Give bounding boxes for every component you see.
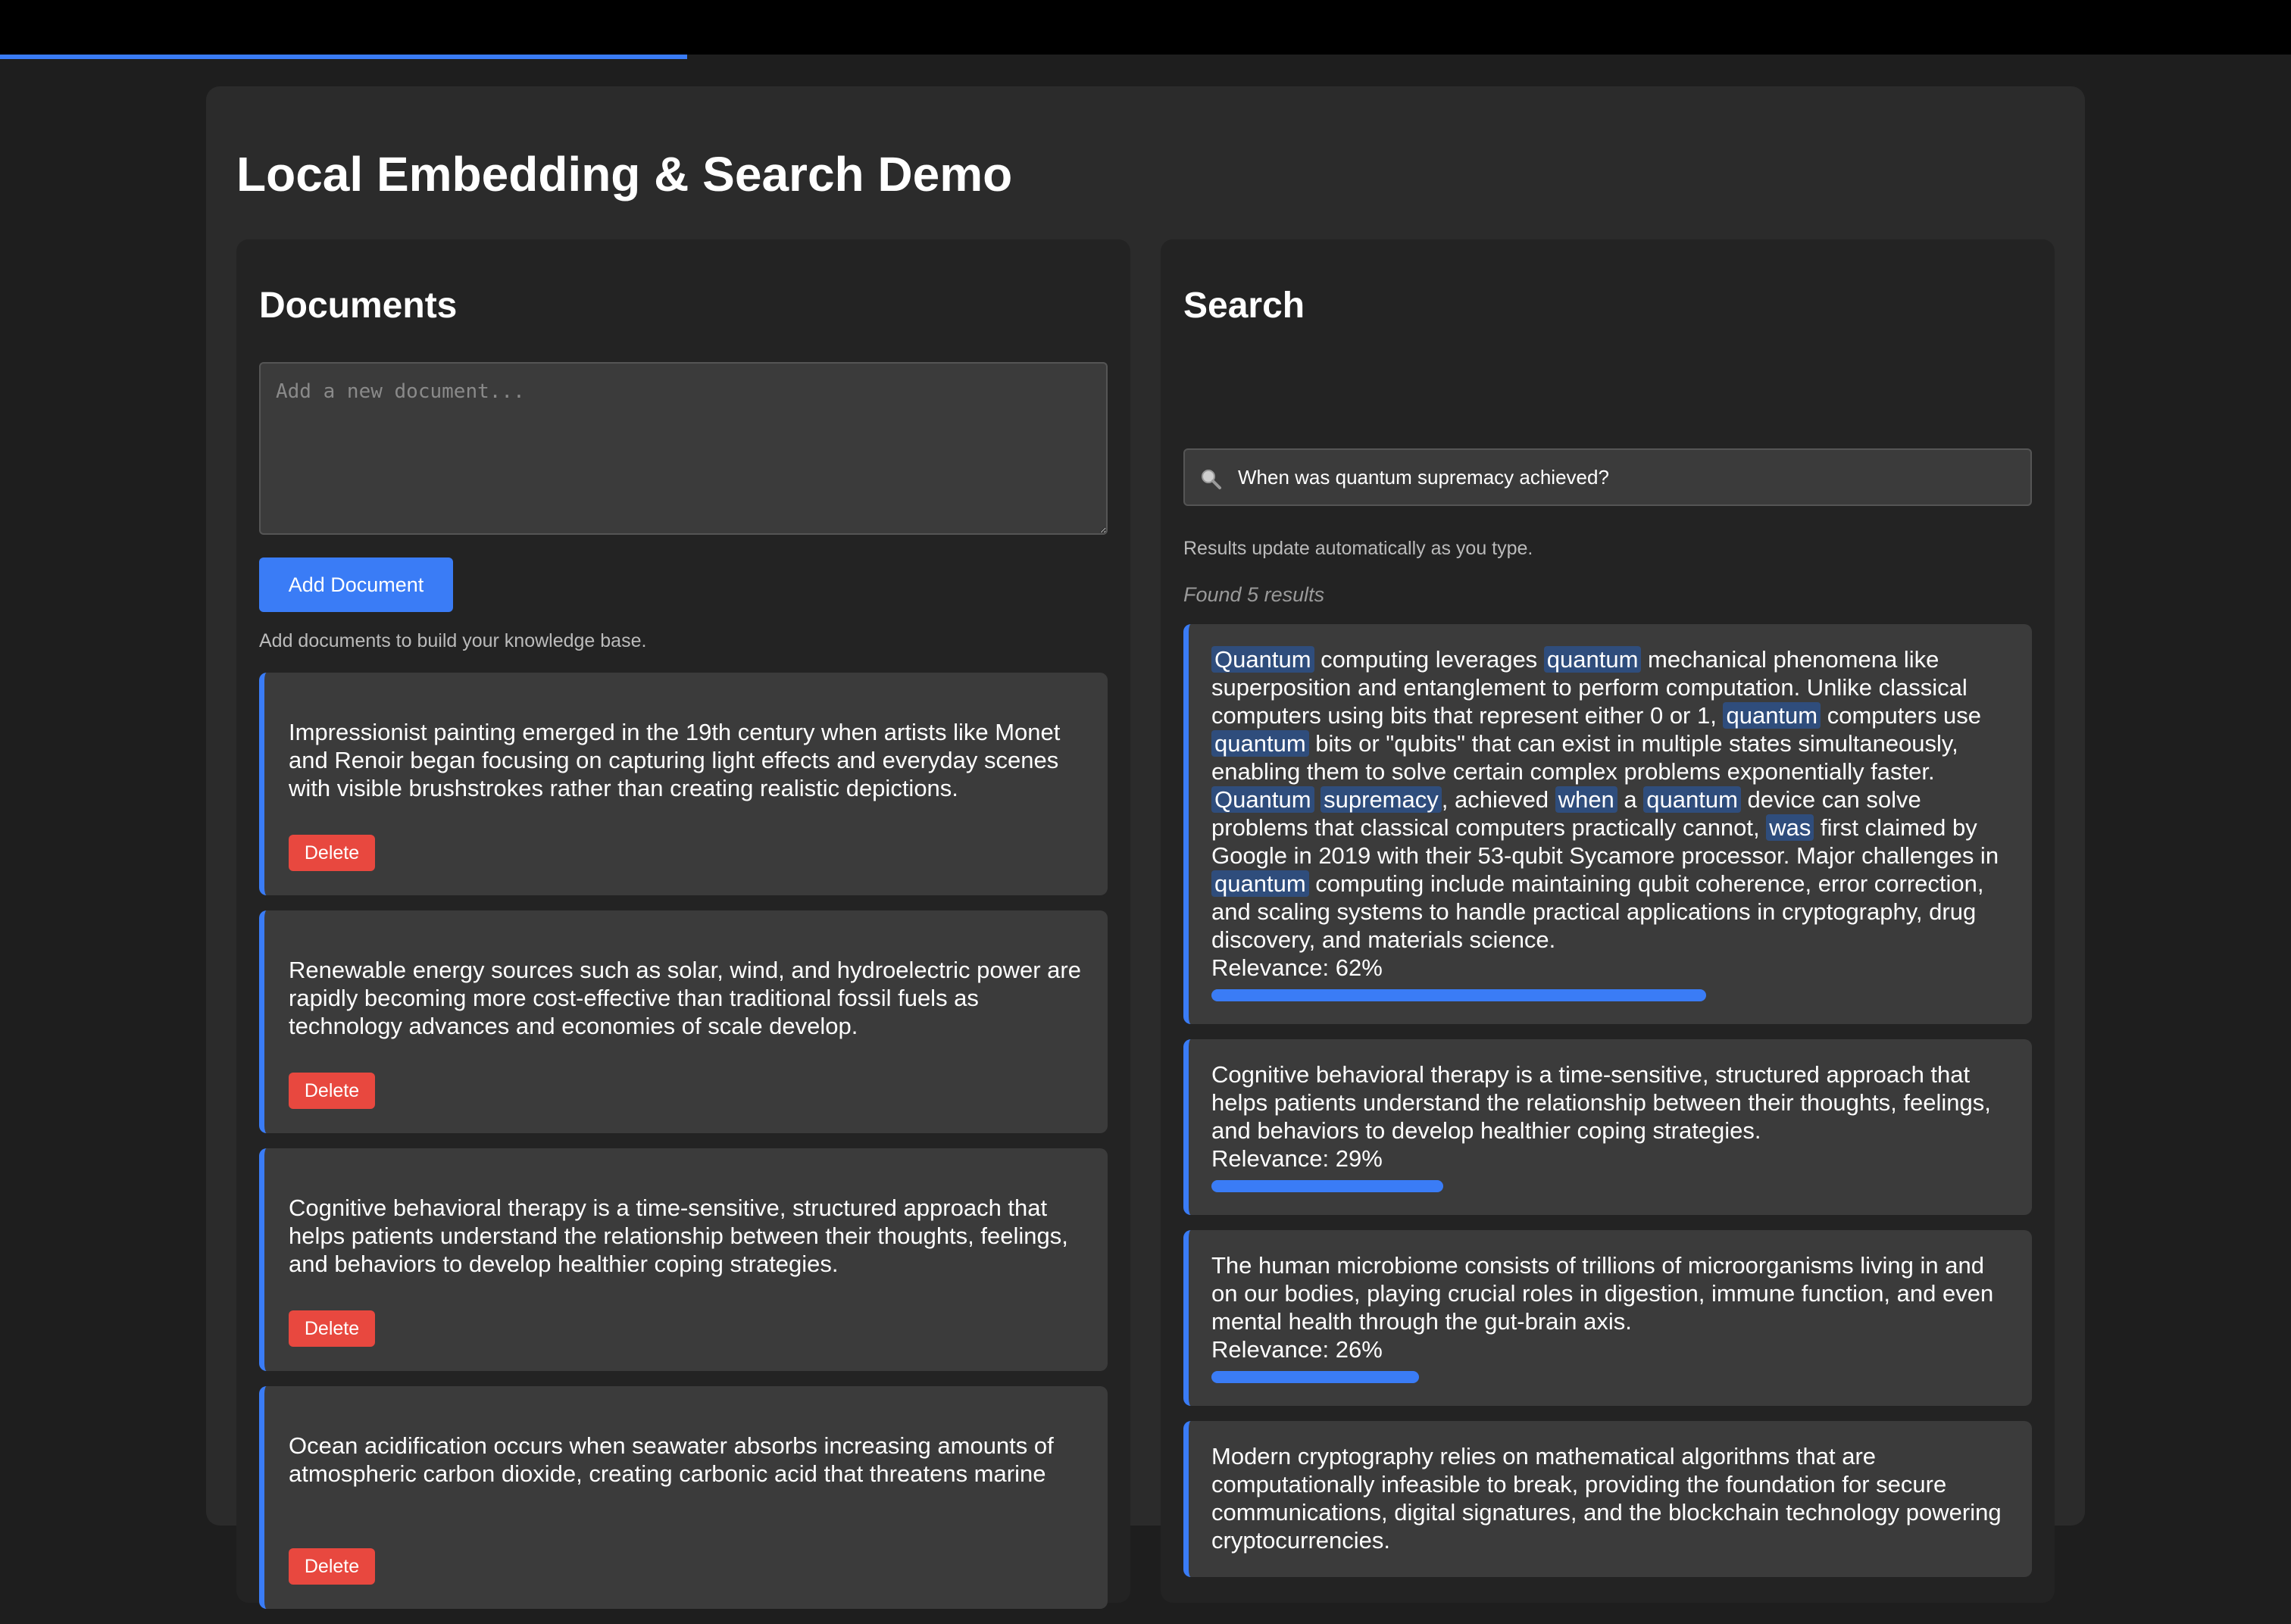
result-text: Quantum computing leverages quantum mech…	[1211, 645, 2009, 954]
document-text: Ocean acidification occurs when seawater…	[289, 1432, 1054, 1487]
relevance-label: Relevance: 62%	[1211, 954, 2009, 982]
result-card: Cognitive behavioral therapy is a time-s…	[1183, 1039, 2032, 1215]
relevance-prefix: Relevance:	[1211, 1336, 1336, 1363]
delete-document-button[interactable]: Delete	[289, 1310, 375, 1347]
relevance-percent-sign: %	[1361, 1145, 1383, 1172]
documents-heading: Documents	[259, 286, 458, 326]
result-text-segment: a	[1617, 786, 1644, 813]
new-document-input[interactable]	[259, 362, 1108, 535]
highlighted-term: quantum	[1643, 786, 1741, 813]
document-card: Impressionist painting emerged in the 19…	[259, 673, 1108, 895]
result-text-segment: , achieved	[1441, 786, 1555, 813]
highlighted-term: quantum	[1211, 730, 1309, 757]
result-text-segment: The human microbiome consists of trillio…	[1211, 1252, 1994, 1335]
relevance-value: 26	[1335, 1336, 1362, 1363]
highlighted-term: Quantum	[1211, 646, 1314, 673]
top-bar	[0, 0, 2291, 55]
document-list: Impressionist painting emerged in the 19…	[259, 673, 1108, 1624]
results-count: Found 5 results	[1183, 583, 1325, 606]
result-card: Modern cryptography relies on mathematic…	[1183, 1421, 2032, 1577]
search-box[interactable]	[1183, 448, 2032, 506]
document-card: Ocean acidification occurs when seawater…	[259, 1386, 1108, 1609]
relevance-label: Relevance: 29%	[1211, 1145, 2009, 1173]
relevance-percent-sign: %	[1361, 954, 1383, 981]
relevance-prefix: Relevance:	[1211, 1145, 1336, 1172]
relevance-value: 62	[1335, 954, 1362, 981]
delete-document-button[interactable]: Delete	[289, 835, 375, 871]
page-title: Local Embedding & Search Demo	[236, 147, 1013, 201]
result-text-segment: Modern cryptography relies on mathematic…	[1211, 1443, 2002, 1554]
document-text: Cognitive behavioral therapy is a time-s…	[289, 1195, 1068, 1277]
documents-hint: Add documents to build your knowledge ba…	[259, 630, 647, 651]
result-text: Cognitive behavioral therapy is a time-s…	[1211, 1060, 2009, 1145]
result-text-segment: bits or "qubits" that can exist in multi…	[1211, 730, 1958, 785]
result-text: The human microbiome consists of trillio…	[1211, 1251, 2009, 1335]
result-text-segment: computers use	[1821, 702, 1982, 729]
relevance-percent-sign: %	[1361, 1336, 1383, 1363]
search-input[interactable]	[1238, 450, 2026, 504]
magnifier-icon	[1202, 470, 1221, 489]
relevance-prefix: Relevance:	[1211, 954, 1336, 981]
page-progress-bar	[0, 55, 687, 59]
delete-document-button[interactable]: Delete	[289, 1073, 375, 1109]
relevance-label: Relevance: 26%	[1211, 1335, 2009, 1363]
highlighted-term: quantum	[1211, 870, 1309, 897]
document-text: Renewable energy sources such as solar, …	[289, 957, 1081, 1039]
documents-panel: Documents Add Document Add documents to …	[236, 239, 1130, 1609]
relevance-bar	[1211, 1371, 1419, 1383]
add-document-button[interactable]: Add Document	[259, 557, 453, 612]
result-text-segment: Cognitive behavioral therapy is a time-s…	[1211, 1061, 1991, 1144]
result-text: Modern cryptography relies on mathematic…	[1211, 1442, 2009, 1554]
highlighted-term: supremacy	[1321, 786, 1442, 813]
search-panel: Search Results update automatically as y…	[1161, 239, 2055, 1603]
result-text-segment: computing include maintaining qubit cohe…	[1211, 870, 1984, 953]
highlighted-term: Quantum	[1211, 786, 1314, 813]
highlighted-term: quantum	[1723, 702, 1821, 729]
result-card: The human microbiome consists of trillio…	[1183, 1230, 2032, 1406]
app-container: Local Embedding & Search Demo Documents …	[206, 86, 2085, 1609]
search-heading: Search	[1183, 286, 1305, 326]
highlighted-term: when	[1555, 786, 1617, 813]
document-card: Renewable energy sources such as solar, …	[259, 910, 1108, 1133]
search-hint: Results update automatically as you type…	[1183, 538, 1533, 559]
relevance-value: 29	[1335, 1145, 1362, 1172]
results-list: Quantum computing leverages quantum mech…	[1183, 624, 2032, 1592]
relevance-bar	[1211, 1180, 1443, 1192]
relevance-bar	[1211, 989, 1706, 1001]
document-text: Impressionist painting emerged in the 19…	[289, 719, 1061, 801]
result-text-segment	[1314, 786, 1321, 813]
result-text-segment: computing leverages	[1314, 646, 1544, 673]
result-card: Quantum computing leverages quantum mech…	[1183, 624, 2032, 1024]
document-card: Cognitive behavioral therapy is a time-s…	[259, 1148, 1108, 1371]
highlighted-term: quantum	[1543, 646, 1642, 673]
highlighted-term: was	[1766, 814, 1814, 841]
delete-document-button[interactable]: Delete	[289, 1548, 375, 1585]
